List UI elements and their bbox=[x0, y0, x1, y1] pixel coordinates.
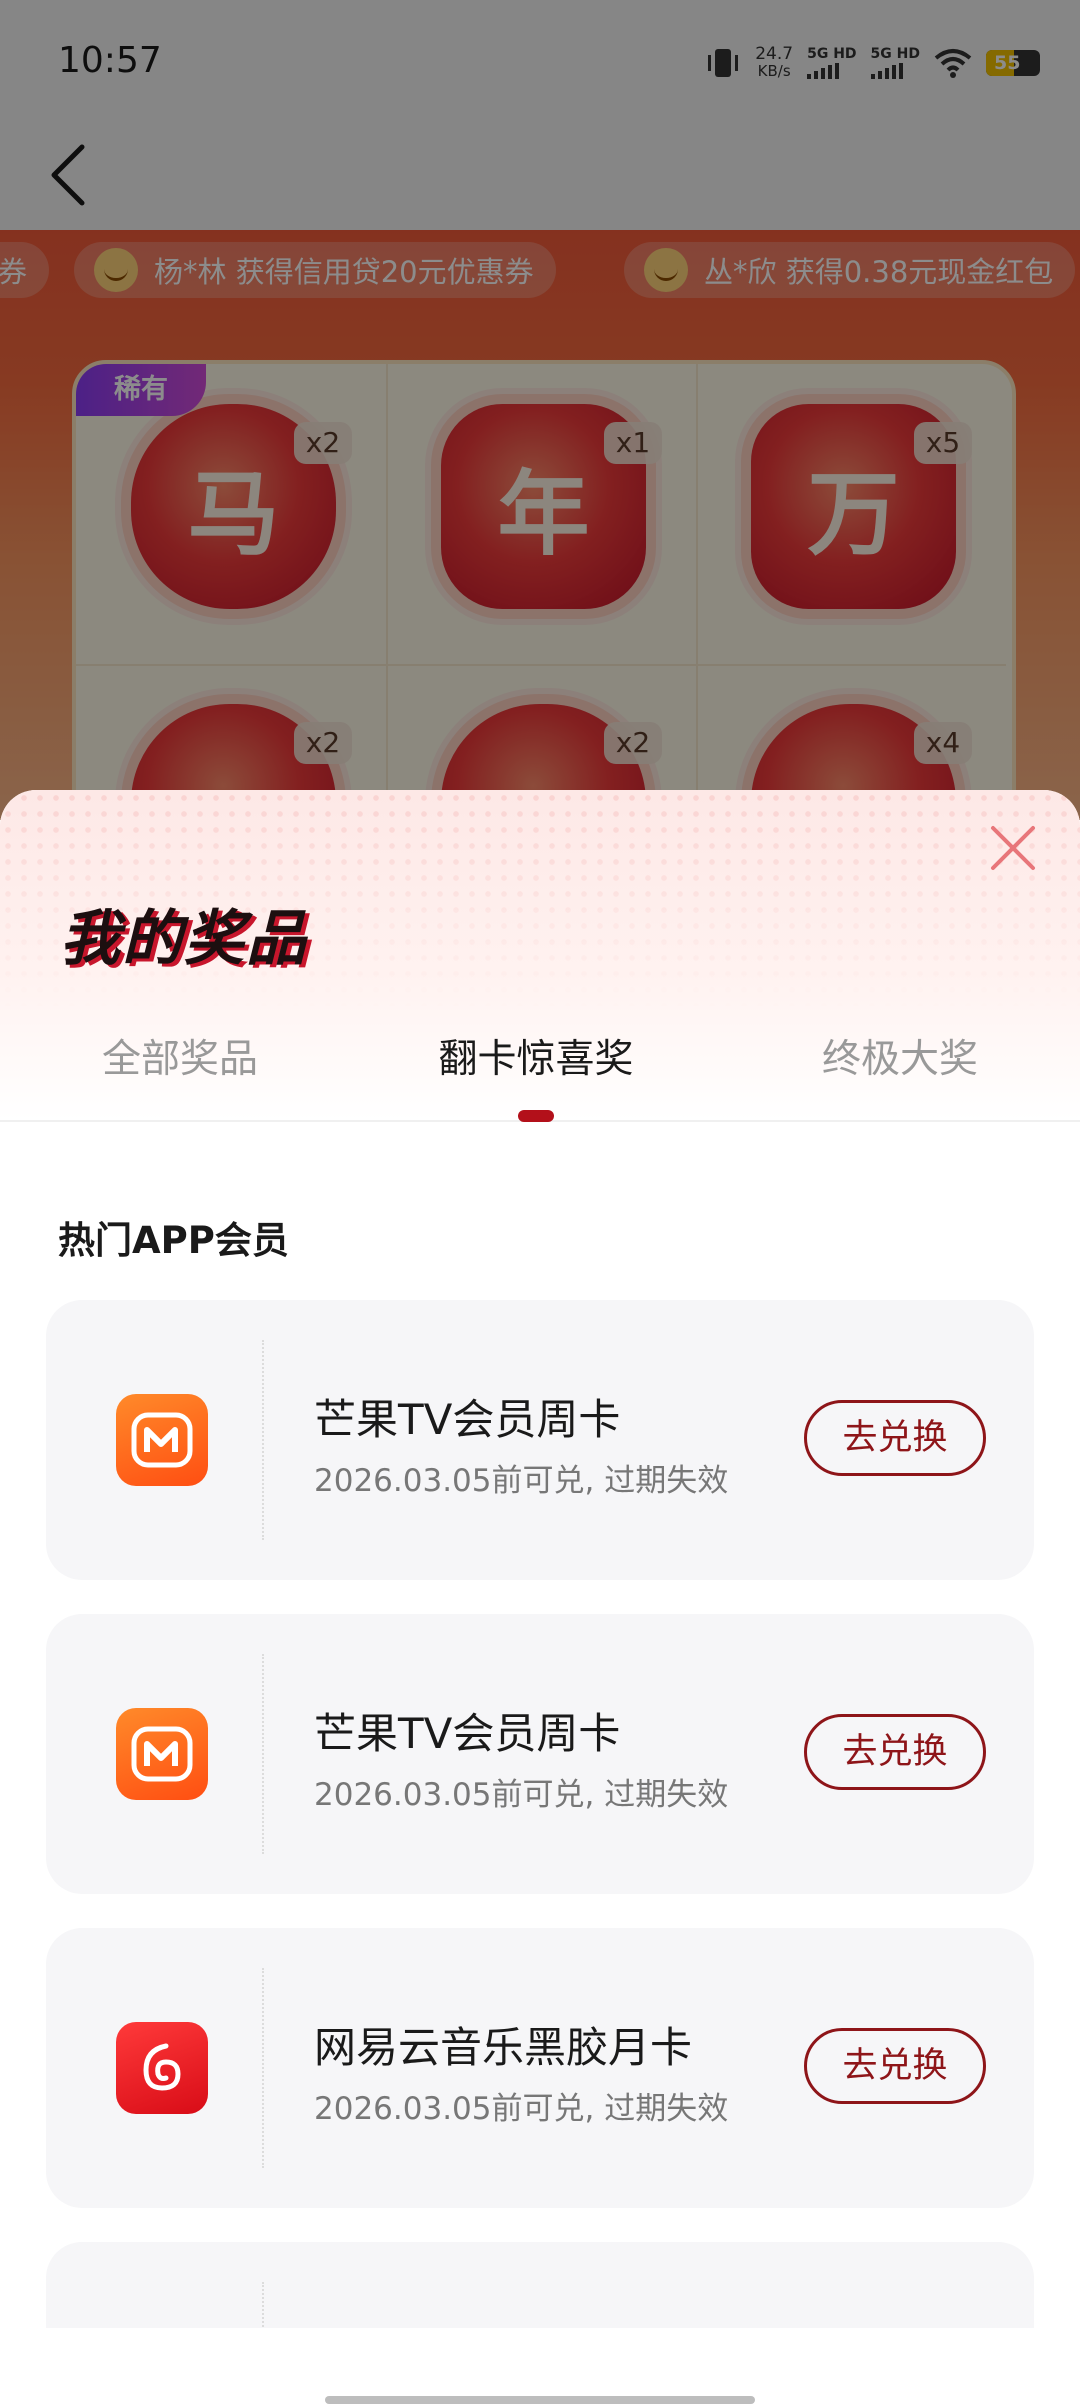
tab-grand-prize[interactable]: 终极大奖 bbox=[720, 1010, 1080, 1110]
prizes-sheet: 我的奖品 全部奖品 翻卡惊喜奖 终极大奖 热门APP会员 芒果TV会员周卡 20… bbox=[0, 790, 1080, 2408]
redeem-button[interactable]: 去兑换 bbox=[804, 2028, 986, 2104]
sheet-title: 我的奖品 bbox=[60, 904, 308, 974]
prize-card: 芒果TV会员周卡 2026.03.05前可兑, 过期失效 去兑换 bbox=[46, 1614, 1034, 1894]
card-divider bbox=[262, 1340, 264, 1540]
redeem-button[interactable]: 去兑换 bbox=[804, 1714, 986, 1790]
tab-all-prizes[interactable]: 全部奖品 bbox=[0, 1010, 360, 1110]
prize-expiry: 2026.03.05前可兑, 过期失效 bbox=[314, 1463, 729, 1499]
section-title: 热门APP会员 bbox=[58, 1219, 289, 1262]
modal-overlay[interactable] bbox=[0, 0, 1080, 820]
netease-music-icon bbox=[116, 2022, 208, 2114]
prize-name: 芒果TV会员周卡 bbox=[314, 1709, 621, 1758]
prize-card: 芒果TV会员周卡 2026.03.05前可兑, 过期失效 去兑换 bbox=[46, 1300, 1034, 1580]
prize-expiry: 2026.03.05前可兑, 过期失效 bbox=[314, 1777, 729, 1813]
background-page: 10:57 24.7 KB/s 5G HD 5G HD 55 券 杨*林 获得信… bbox=[0, 0, 1080, 820]
card-divider bbox=[262, 1968, 264, 2168]
tab-indicator bbox=[518, 1110, 554, 1122]
redeem-button[interactable]: 去兑换 bbox=[804, 1400, 986, 1476]
prize-name: 芒果TV会员周卡 bbox=[314, 1395, 621, 1444]
home-indicator[interactable] bbox=[325, 2396, 755, 2404]
prize-expiry: 2026.03.05前可兑, 过期失效 bbox=[314, 2091, 729, 2127]
prize-tabs: 全部奖品 翻卡惊喜奖 终极大奖 bbox=[0, 1010, 1080, 1122]
close-icon[interactable] bbox=[985, 820, 1041, 876]
mango-tv-icon bbox=[116, 1708, 208, 1800]
tab-card-surprise[interactable]: 翻卡惊喜奖 bbox=[356, 1010, 716, 1110]
card-divider bbox=[262, 1654, 264, 1854]
prize-name: 网易云音乐黑胶月卡 bbox=[314, 2023, 693, 2072]
prize-card: 网易云音乐黑胶月卡 2026.03.05前可兑, 过期失效 去兑换 bbox=[46, 1928, 1034, 2208]
sheet-header: 我的奖品 全部奖品 翻卡惊喜奖 终极大奖 bbox=[0, 790, 1080, 1122]
mango-tv-icon bbox=[116, 1394, 208, 1486]
